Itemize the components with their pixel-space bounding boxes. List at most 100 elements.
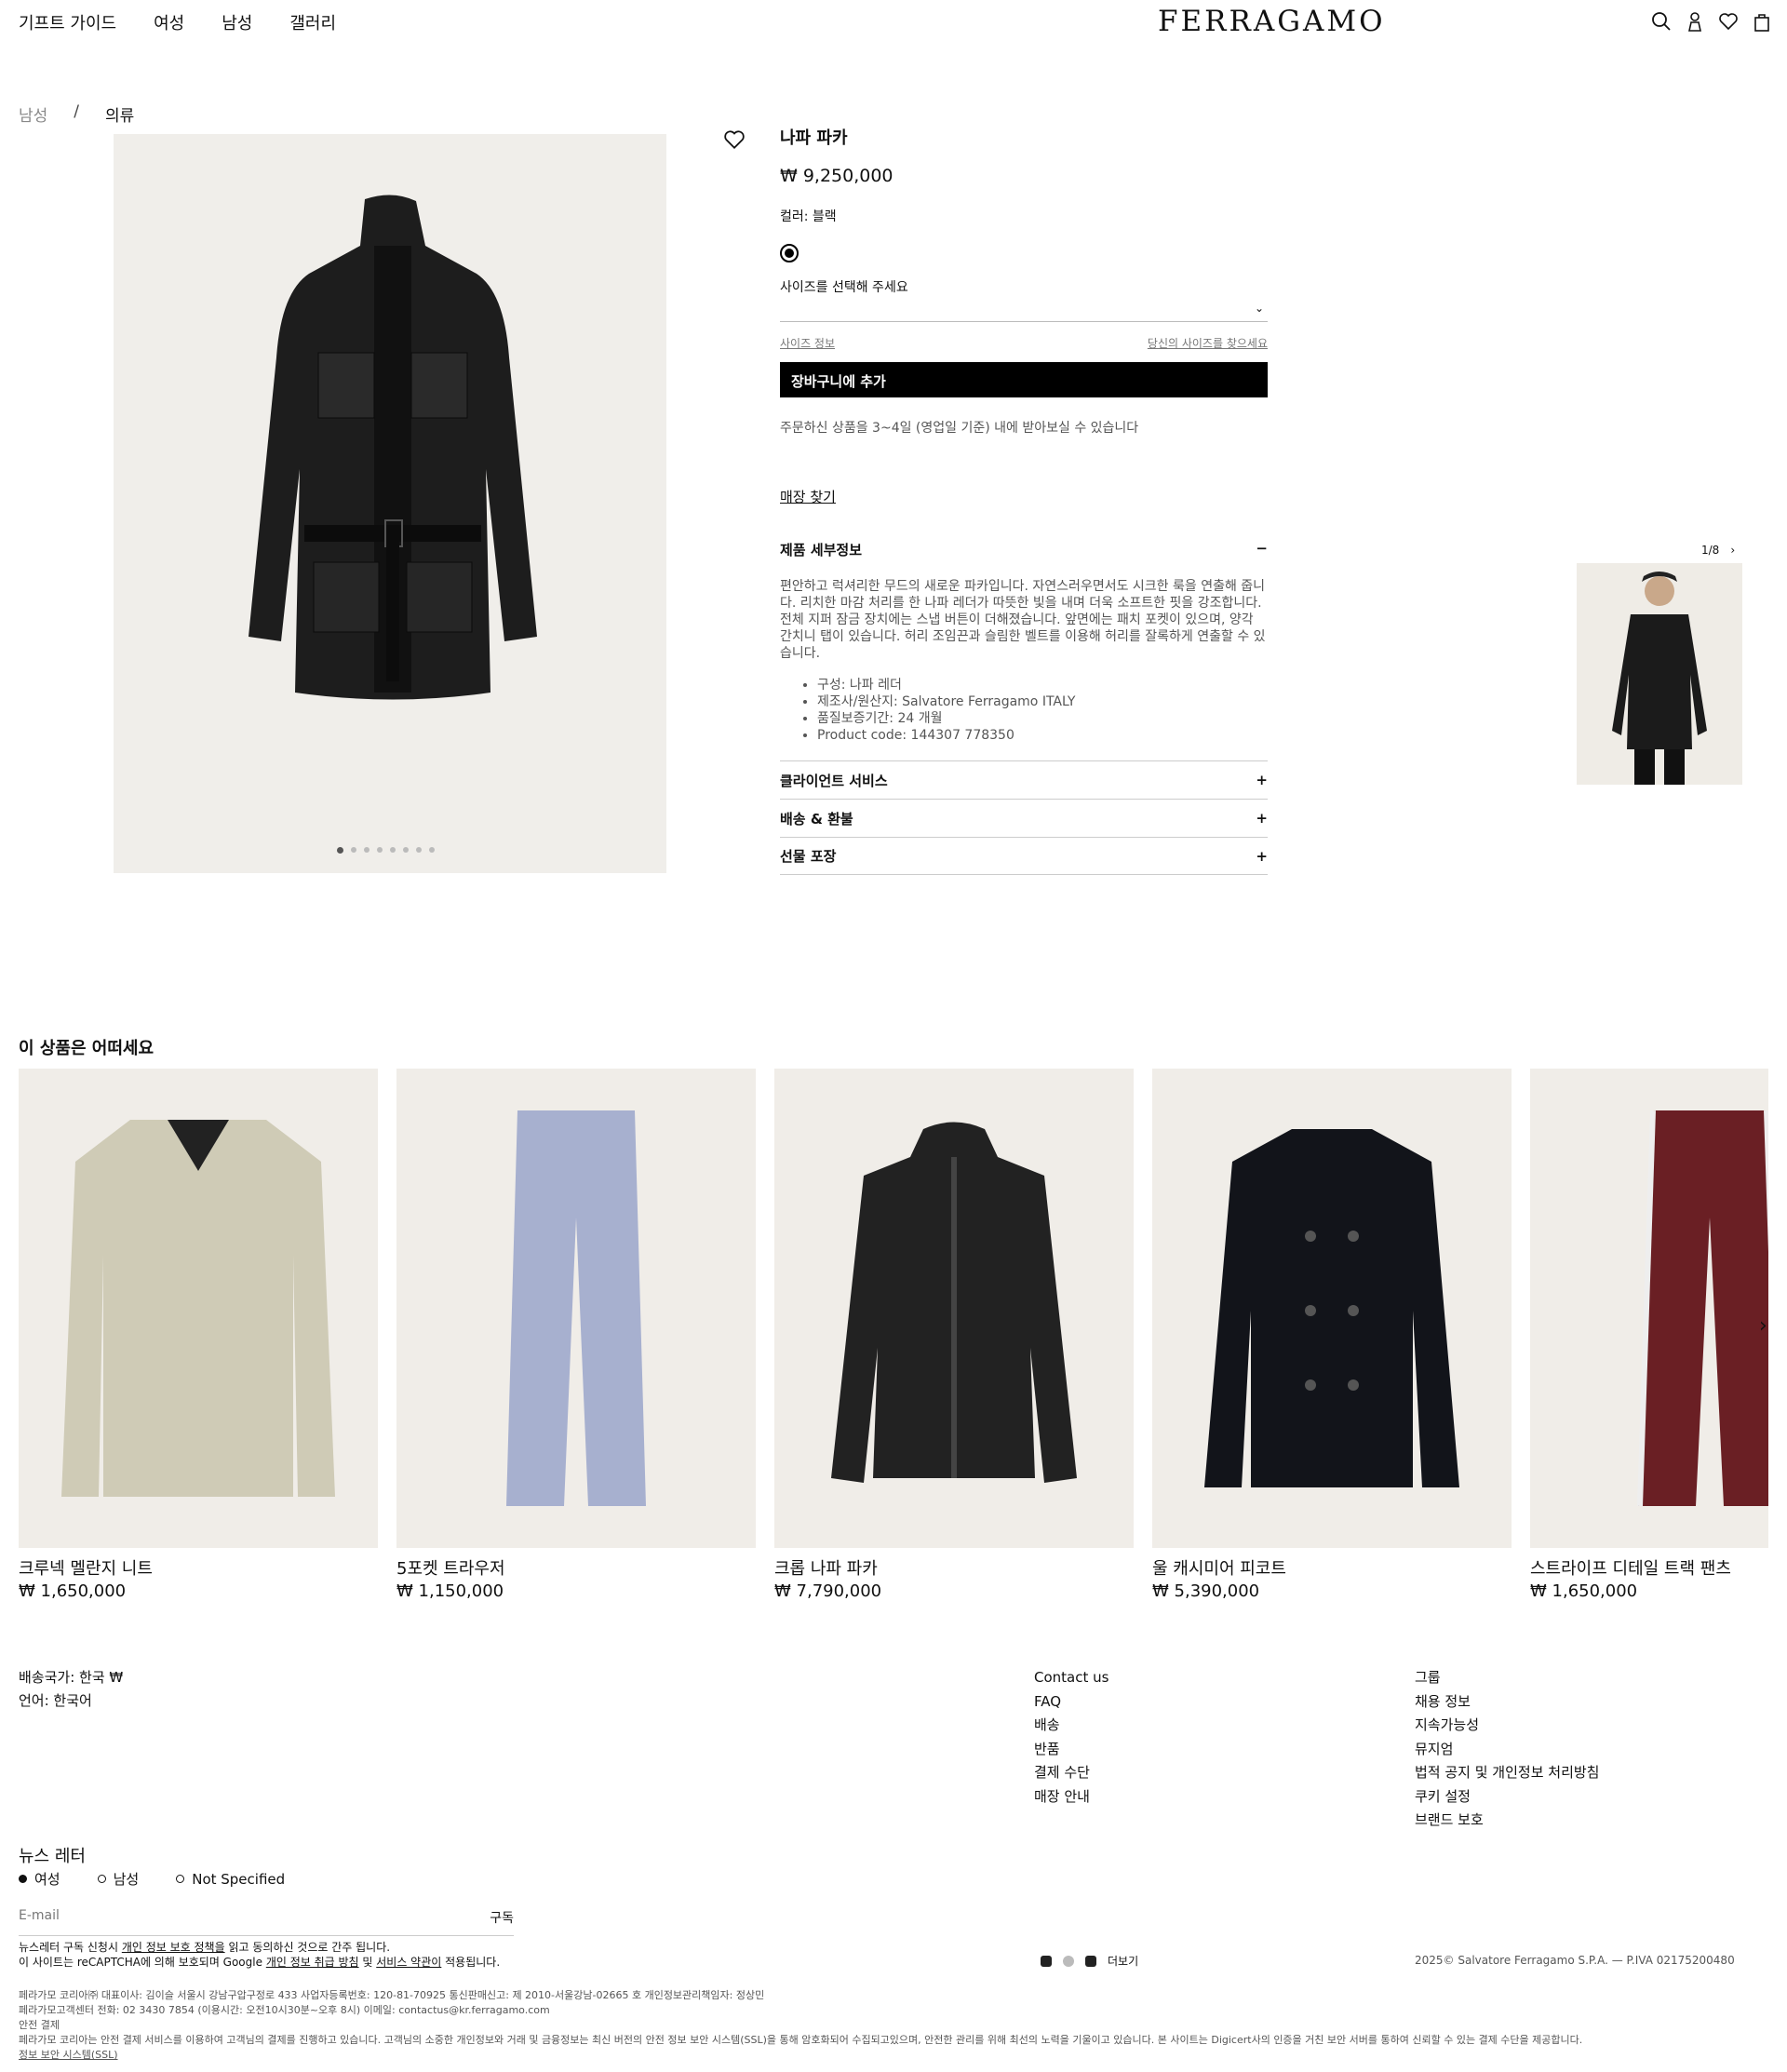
product-card-name[interactable]: 크롭 나파 파카	[774, 1555, 1134, 1580]
privacy-policy-link[interactable]: 개인 정보 보호 정책을	[122, 1941, 225, 1954]
corp-line: 페라가모 코리아는 안전 결제 서비스를 이용하여 고객님의 결제를 진행하고 …	[19, 2034, 1583, 2046]
footer-link[interactable]: 뮤지엄	[1415, 1738, 1599, 1762]
google-privacy-link[interactable]: 개인 정보 취급 방침	[266, 1956, 359, 1969]
nav-gift-guide[interactable]: 기프트 가이드	[19, 10, 116, 34]
product-card[interactable]: 크루넥 멜란지 니트 ₩ 1,650,000	[19, 1069, 378, 1599]
accordion-gift-wrap[interactable]: 선물 포장 +	[780, 837, 1268, 875]
breadcrumb-men[interactable]: 남성	[19, 102, 47, 126]
product-card[interactable]: 울 캐시미어 피코트 ₩ 5,390,000	[1152, 1069, 1512, 1599]
gallery-dot-3[interactable]	[364, 847, 369, 853]
nav-gallery[interactable]: 갤러리	[289, 10, 336, 34]
footer-link[interactable]: 그룹	[1415, 1666, 1599, 1690]
product-card-image[interactable]	[396, 1069, 756, 1548]
product-card-image[interactable]	[1530, 1069, 1768, 1548]
product-card[interactable]: 크롭 나파 파카 ₩ 7,790,000	[774, 1069, 1134, 1599]
product-card-price: ₩ 7,790,000	[774, 1581, 882, 1599]
details-accordion-header[interactable]: 제품 세부정보 −	[780, 540, 1268, 559]
footer-link[interactable]: 매장 안내	[1034, 1785, 1108, 1810]
gallery-dot-1[interactable]	[337, 847, 343, 854]
accordion-shipping[interactable]: 배송 & 환불 +	[780, 799, 1268, 837]
peacoat-illustration	[1204, 1129, 1459, 1487]
find-size-link[interactable]: 당신의 사이즈를 찾으세요	[1148, 335, 1268, 351]
trousers-illustration	[506, 1110, 646, 1506]
nav-women[interactable]: 여성	[154, 10, 184, 34]
size-select-label: 사이즈를 선택해 주세요	[780, 280, 908, 295]
search-icon[interactable]	[1651, 11, 1672, 34]
gallery-dot-2[interactable]	[351, 847, 356, 853]
footer-link[interactable]: 지속가능성	[1415, 1714, 1599, 1738]
product-card[interactable]: 5포켓 트라우저 ₩ 1,150,000	[396, 1069, 756, 1599]
header-icons	[1651, 11, 1772, 34]
shipping-country[interactable]: 배송국가: 한국 ₩	[19, 1666, 123, 1689]
delivery-note: 주문하신 상품을 3~4일 (영업일 기준) 내에 받아보실 수 있습니다	[780, 421, 1139, 436]
accordion-label: 클라이언트 서비스	[780, 772, 888, 789]
breadcrumb: 남성 / 의류	[19, 102, 134, 126]
product-card-price: ₩ 5,390,000	[1152, 1581, 1260, 1599]
footer-link[interactable]: FAQ	[1034, 1690, 1108, 1715]
radio-women[interactable]: 여성	[19, 1869, 60, 1889]
gallery-dot-7[interactable]	[416, 847, 422, 853]
footer-link[interactable]: 배송	[1034, 1714, 1108, 1738]
product-wishlist-icon[interactable]	[722, 128, 746, 155]
product-card-name[interactable]: 울 캐시미어 피코트	[1152, 1555, 1512, 1580]
size-select[interactable]: ⌄	[780, 296, 1268, 322]
bag-icon[interactable]	[1752, 11, 1772, 34]
product-card-price: ₩ 1,650,000	[19, 1581, 127, 1599]
wishlist-icon[interactable]	[1718, 11, 1739, 34]
thumbnail-nav: 1/8 ›	[1701, 544, 1735, 557]
youtube-icon[interactable]	[1085, 1955, 1096, 1967]
google-terms-link[interactable]: 서비스 약관이	[376, 1956, 441, 1969]
product-card-name[interactable]: 스트라이프 디테일 트랙 팬츠	[1530, 1555, 1768, 1580]
product-main-image[interactable]	[114, 134, 666, 873]
corp-line: 페라가모 코리아㈜ 대표이사: 김이슬 서울시 강남구압구정로 433 사업자등…	[19, 1989, 765, 2001]
footer-link[interactable]: 브랜드 보호	[1415, 1809, 1599, 1833]
gallery-dot-8[interactable]	[429, 847, 435, 853]
plus-icon: +	[1256, 847, 1268, 865]
product-card-name[interactable]: 5포켓 트라우저	[396, 1555, 756, 1580]
add-to-cart-button[interactable]: 장바구니에 추가	[780, 362, 1268, 397]
accordion-client-service[interactable]: 클라이언트 서비스 +	[780, 760, 1268, 799]
gallery-dot-5[interactable]	[390, 847, 396, 853]
breadcrumb-clothing[interactable]: 의류	[105, 102, 134, 126]
footer-link[interactable]: 쿠키 설정	[1415, 1785, 1599, 1810]
product-card-image[interactable]	[774, 1069, 1134, 1548]
product-info: 나파 파카 ₩ 9,250,000 컬러: 블랙 사이즈를 선택해 주세요 ⌄ …	[780, 125, 1268, 875]
gallery-dot-4[interactable]	[377, 847, 383, 853]
gallery-dot-6[interactable]	[403, 847, 409, 853]
product-card[interactable]: 스트라이프 디테일 트랙 팬츠 ₩ 1,650,000	[1530, 1069, 1768, 1599]
gallery-counter: 1/8	[1701, 544, 1720, 557]
size-info-link[interactable]: 사이즈 정보	[780, 335, 835, 351]
footer-link[interactable]: 반품	[1034, 1738, 1108, 1762]
product-name: 나파 파카	[780, 128, 848, 148]
wechat-icon[interactable]	[1063, 1955, 1074, 1967]
chevron-right-icon[interactable]: ›	[1730, 544, 1735, 557]
product-card-image[interactable]	[1152, 1069, 1512, 1548]
locale-settings: 배송국가: 한국 ₩ 언어: 한국어	[19, 1666, 123, 1713]
find-store-link[interactable]: 매장 찾기	[780, 487, 1268, 506]
product-card-name[interactable]: 크루넥 멜란지 니트	[19, 1555, 378, 1580]
corporate-info: 페라가모 코리아㈜ 대표이사: 김이슬 서울시 강남구압구정로 433 사업자등…	[19, 1988, 1582, 2063]
more-link[interactable]: 더보기	[1108, 1953, 1138, 1969]
language-select[interactable]: 언어: 한국어	[19, 1689, 123, 1713]
legal-text: 적용됩니다.	[441, 1956, 501, 1969]
nav-men[interactable]: 남성	[222, 10, 252, 34]
color-swatch-black[interactable]	[780, 244, 799, 262]
copyright: 2025© Salvatore Ferragamo S.P.A. — P.IVA…	[1415, 1954, 1735, 1967]
accordion-label: 배송 & 환불	[780, 810, 853, 827]
footer-link[interactable]: 채용 정보	[1415, 1690, 1599, 1715]
radio-men[interactable]: 남성	[97, 1869, 139, 1889]
footer-link[interactable]: 법적 공지 및 개인정보 처리방침	[1415, 1761, 1599, 1785]
radio-not-specified[interactable]: Not Specified	[176, 1869, 285, 1889]
footer-link[interactable]: Contact us	[1034, 1666, 1108, 1690]
model-thumbnail[interactable]	[1577, 563, 1742, 785]
product-card-image[interactable]	[19, 1069, 378, 1548]
subscribe-button[interactable]: 구독	[490, 1908, 514, 1935]
ssl-link[interactable]: 정보 보안 시스템(SSL)	[19, 2049, 118, 2061]
brand-logo[interactable]: FERRAGAMO	[1158, 5, 1386, 38]
footer-link[interactable]: 결제 수단	[1034, 1761, 1108, 1785]
account-icon[interactable]	[1685, 11, 1705, 34]
carousel-next-icon[interactable]: ›	[1759, 1314, 1767, 1338]
newsletter-email-field[interactable]: E-mail 구독	[19, 1908, 514, 1936]
instagram-icon[interactable]	[1041, 1955, 1052, 1967]
product-price: ₩ 9,250,000	[780, 166, 894, 186]
